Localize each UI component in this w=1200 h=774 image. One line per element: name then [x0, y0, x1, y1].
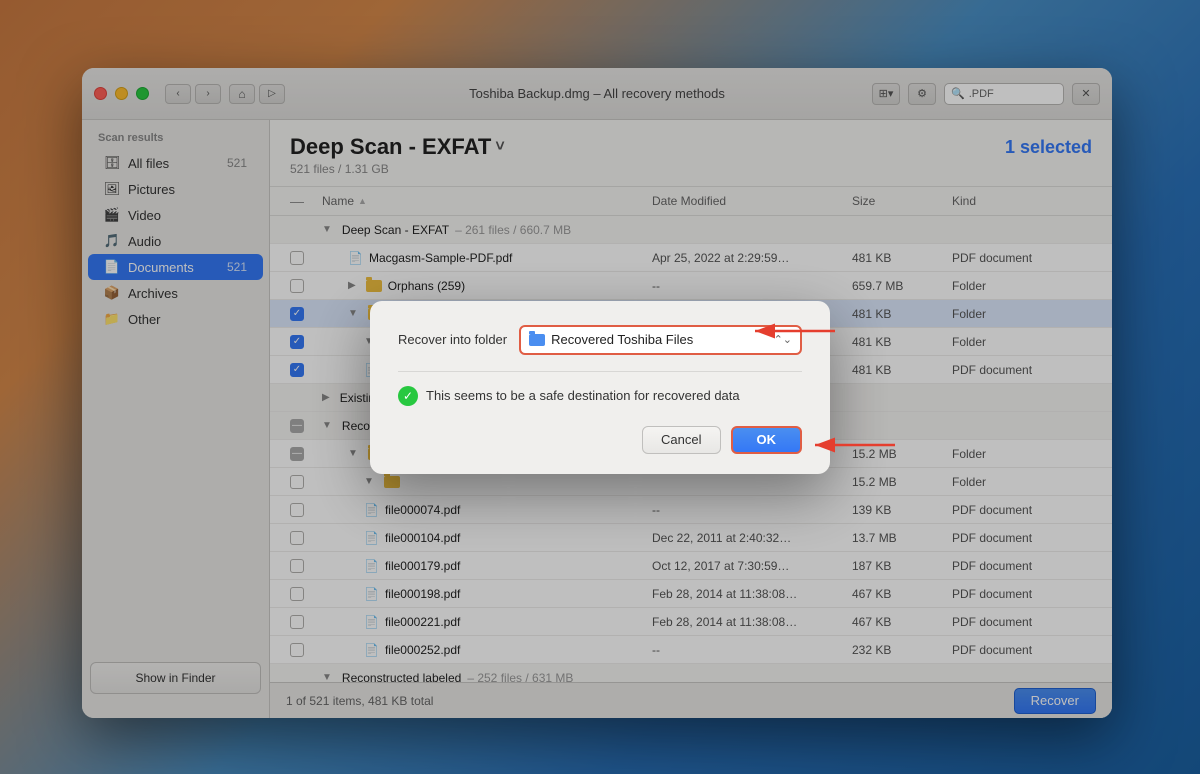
arrow-to-ok	[810, 430, 900, 460]
modal-status-row: ✓ This seems to be a safe destination fo…	[398, 386, 802, 406]
modal-ok-button[interactable]: OK	[731, 426, 803, 454]
modal-folder-row: Recover into folder Recovered Toshiba Fi…	[398, 325, 802, 355]
modal-overlay: Recover into folder Recovered Toshiba Fi…	[0, 0, 1200, 774]
green-check-icon: ✓	[398, 386, 418, 406]
modal-buttons: Cancel OK	[398, 426, 802, 454]
modal-folder-name: Recovered Toshiba Files	[551, 332, 767, 347]
modal-divider	[398, 371, 802, 372]
modal-status-text: This seems to be a safe destination for …	[426, 388, 740, 403]
modal-cancel-button[interactable]: Cancel	[642, 426, 720, 454]
modal-folder-icon	[529, 334, 545, 346]
modal-recover-label: Recover into folder	[398, 332, 507, 347]
arrow-to-folder	[750, 316, 840, 346]
